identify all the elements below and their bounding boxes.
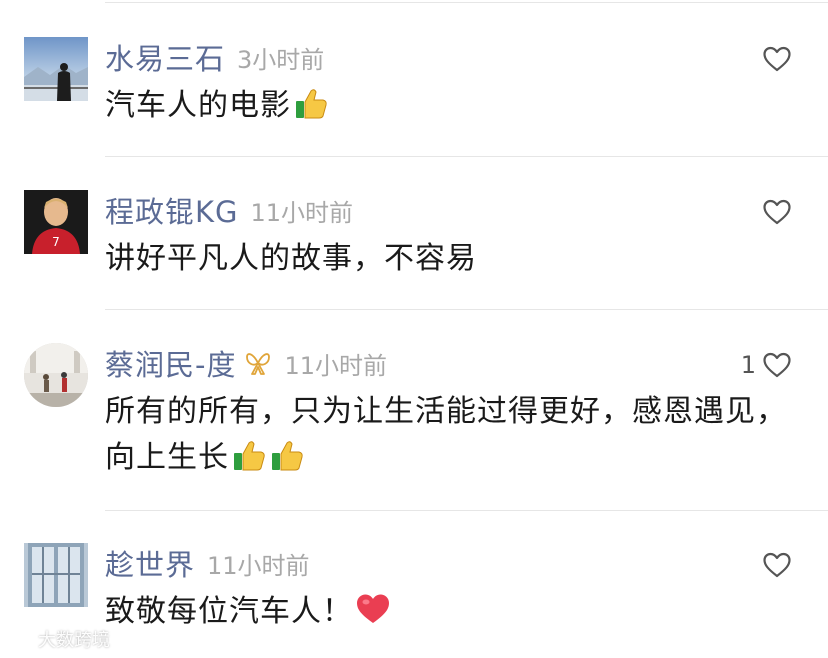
red-heart-icon	[357, 594, 389, 623]
timestamp: 11小时前	[207, 551, 310, 580]
heart-outline-icon[interactable]	[762, 45, 792, 73]
username[interactable]: 水易三石	[105, 36, 225, 78]
thumbs-up-icon	[272, 441, 303, 471]
like-button[interactable]	[762, 45, 792, 73]
like-button[interactable]	[762, 198, 792, 226]
username[interactable]: 趁世界	[105, 542, 195, 584]
avatar[interactable]	[24, 37, 88, 101]
timestamp: 11小时前	[250, 198, 354, 227]
like-count: 1	[740, 351, 756, 379]
thumbs-up-icon	[234, 441, 265, 471]
comment-body: 所有的所有，只为让生活能过得更好，感恩遇见，向上生长	[105, 394, 787, 475]
comment-text: 所有的所有，只为让生活能过得更好，感恩遇见，向上生长	[105, 389, 795, 481]
top-divider	[105, 2, 828, 3]
watermark: 大数跨境	[6, 626, 110, 652]
comment-text: 汽车人的电影	[105, 83, 795, 129]
timestamp: 11小时前	[284, 351, 388, 380]
like-button[interactable]: 1	[741, 351, 792, 379]
divider	[105, 510, 828, 511]
divider	[105, 309, 828, 310]
comment-body: 汽车人的电影	[105, 88, 291, 123]
svg-text:7: 7	[52, 235, 60, 249]
sheep-logo-icon	[8, 631, 31, 647]
avatar[interactable]: 7	[24, 190, 88, 254]
divider	[105, 156, 828, 157]
comment-body: 致敬每位汽车人！	[105, 594, 353, 629]
heart-outline-icon[interactable]	[762, 198, 792, 226]
watermark-text: 大数跨境	[38, 630, 110, 651]
heart-outline-icon[interactable]	[762, 351, 792, 379]
heart-outline-icon[interactable]	[762, 551, 792, 579]
username[interactable]: 程政锟KG	[105, 189, 239, 231]
avatar[interactable]	[24, 543, 88, 607]
comment-text: 致敬每位汽车人！	[105, 589, 795, 635]
timestamp: 3小时前	[237, 45, 325, 74]
thumbs-up-icon	[296, 89, 327, 119]
avatar[interactable]	[24, 343, 88, 407]
like-button[interactable]	[762, 551, 792, 579]
username[interactable]: 蔡润民-度	[105, 342, 236, 384]
vip-ribbon-icon	[246, 353, 271, 375]
comment-text: 讲好平凡人的故事，不容易	[105, 236, 795, 282]
comment-body: 讲好平凡人的故事，不容易	[105, 241, 477, 276]
